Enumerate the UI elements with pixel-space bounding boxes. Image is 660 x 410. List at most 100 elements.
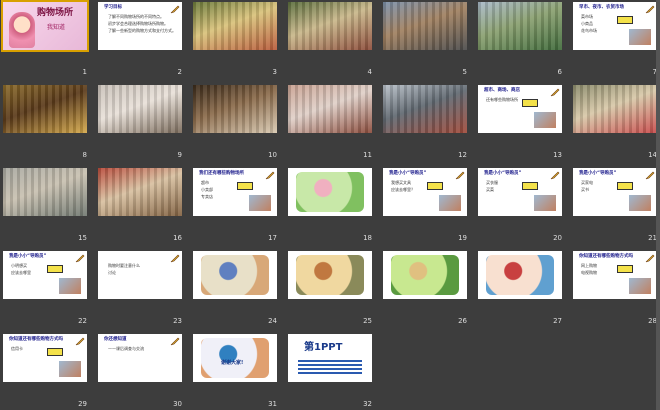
yellow-label-box: [617, 265, 633, 273]
slide-thumbnail[interactable]: [478, 2, 562, 50]
yellow-label-box: [617, 182, 633, 190]
slide-thumbnail[interactable]: 我是小小“导购员” 我想买文具应该去哪里？: [383, 168, 467, 216]
slide-heading: 你还想知道: [104, 337, 127, 342]
slide-picture: [249, 195, 271, 211]
slide-number: 32: [363, 400, 372, 408]
slide-thumbnail[interactable]: 我是小小“导购员” 买家电 买书: [573, 168, 657, 216]
photo-detail: [98, 85, 182, 133]
slide-number: 29: [78, 400, 87, 408]
slide-thumbnail[interactable]: 你知道还有哪些购物方式吗 信用卡: [3, 334, 87, 382]
brand-logo: 第1PPT: [304, 342, 343, 353]
slide-thumbnail[interactable]: [288, 85, 372, 133]
slide-thumbnail[interactable]: [98, 85, 182, 133]
slide-text-line: 还有哪些购物场所: [486, 97, 518, 102]
slide-text-line: 我想买文具: [391, 180, 411, 185]
slide-picture: [629, 29, 651, 45]
slide-thumbnail[interactable]: 超市、商场、商店 还有哪些购物场所: [478, 85, 562, 133]
slide-thumbnail[interactable]: [193, 251, 277, 299]
slide-text-line: 花鸟市场: [581, 28, 597, 33]
slide-number: 5: [462, 68, 467, 76]
slide-thumbnail[interactable]: 学习目标 了解不同购物场所的不同特点。 初步学会合理选择购物场所购物。 了解一些新型的…: [98, 2, 182, 50]
cartoon-illustration: [391, 255, 459, 295]
slide-number: 3: [272, 68, 277, 76]
slide-heading: 超市、商场、商店: [484, 88, 520, 93]
slide-number: 20: [553, 234, 562, 242]
slide-thumbnail[interactable]: 早市、夜市、农贸市场 菜市场 小商品 花鸟市场: [573, 2, 657, 50]
slide-text-line: 小明想买: [11, 263, 27, 268]
cartoon-illustration: [296, 255, 364, 295]
slide-text-line: 应该去哪里？: [391, 187, 415, 192]
photo-detail: [478, 2, 562, 50]
slide-thumbnail[interactable]: [193, 85, 277, 133]
slide-number: 7: [652, 68, 657, 76]
slide-thumbnail[interactable]: [288, 251, 372, 299]
slide-picture: [629, 195, 651, 211]
slide-subtitle: 我知道: [47, 24, 66, 31]
photo-detail: [98, 168, 182, 216]
slide-thumbnail[interactable]: [288, 168, 372, 216]
slide-title: 购物场所: [37, 8, 74, 18]
slide-number: 16: [173, 234, 182, 242]
slide-number: 22: [78, 317, 87, 325]
slide-thumbnail[interactable]: [383, 251, 467, 299]
brand-bar: [298, 360, 362, 374]
slide-thumbnail[interactable]: 第1PPT: [288, 334, 372, 382]
slide-thumbnail[interactable]: [3, 168, 87, 216]
slide-thumbnail[interactable]: 我是小小“导购员” 买衣服 买菜: [478, 168, 562, 216]
pencil-icon: [75, 254, 85, 263]
slide-number: 2: [177, 68, 182, 76]
slide-thumbnail[interactable]: [98, 168, 182, 216]
pencil-icon: [550, 88, 560, 97]
slide-heading: 我是小小“导购员”: [389, 171, 427, 176]
pencil-icon: [170, 5, 180, 14]
cartoon-illustration: [201, 255, 269, 295]
slide-number: 19: [458, 234, 467, 242]
slide-thumbnail[interactable]: 购物场所 我知道: [1, 0, 89, 52]
slide-thumbnail[interactable]: [478, 251, 562, 299]
slide-picture: [534, 112, 556, 128]
photo-detail: [193, 2, 277, 50]
yellow-label-box: [427, 182, 443, 190]
slide-number: 18: [363, 234, 372, 242]
slide-thumbnail[interactable]: 你知道还有哪些购物方式吗 网上购物 电视购物: [573, 251, 657, 299]
slide-thumbnail[interactable]: 购物时要注意什么 讨论: [98, 251, 182, 299]
slide-number: 30: [173, 400, 182, 408]
slide-text-line: 小卖部: [201, 187, 213, 192]
slide-text-line: 购物时要注意什么: [108, 263, 140, 268]
slide-thumbnail[interactable]: [3, 85, 87, 133]
slide-thumbnail[interactable]: 你还想知道 ——课后调查与交流: [98, 334, 182, 382]
slide-thumbnail[interactable]: 我们还有哪些购物场所 超市 小卖部 专卖店: [193, 168, 277, 216]
slide-text-line: 讨论: [108, 270, 116, 275]
yellow-label-box: [522, 182, 538, 190]
pencil-icon: [645, 171, 655, 180]
vertical-scrollbar[interactable]: [656, 0, 660, 410]
pencil-icon: [645, 5, 655, 14]
slide-heading: 早市、夜市、农贸市场: [579, 5, 624, 10]
slide-number: 31: [268, 400, 277, 408]
slide-number: 6: [557, 68, 562, 76]
slide-heading: 我是小小“导购员”: [484, 171, 522, 176]
slide-text-line: 买家电: [581, 180, 593, 185]
slide-number: 13: [553, 151, 562, 159]
slide-thumbnail[interactable]: [573, 85, 657, 133]
slide-picture: [534, 195, 556, 211]
slide-thumbnail[interactable]: 我是小小“导购员” 小明想买 应该去哪里: [3, 251, 87, 299]
slide-thumbnail[interactable]: 谢谢大家!: [193, 334, 277, 382]
slide-heading: 学习目标: [104, 5, 122, 10]
pencil-icon: [455, 171, 465, 180]
slide-text-line: 了解不同购物场所的不同特点。: [108, 14, 164, 19]
slide-number: 25: [363, 317, 372, 325]
slide-thumbnail[interactable]: [383, 85, 467, 133]
slide-thumbnail[interactable]: [383, 2, 467, 50]
slide-text-line: ——课后调查与交流: [108, 346, 144, 351]
slide-text-line: 买书: [581, 187, 589, 192]
slide-thumbnail[interactable]: [193, 2, 277, 50]
slide-sorter-grid: 购物场所 我知道 1 学习目标 了解不同购物场所的不同特点。 初步学会合理选择购物场所购物…: [0, 0, 660, 410]
slide-thumbnail[interactable]: [288, 2, 372, 50]
slide-number: 1: [82, 68, 87, 76]
slide-number: 11: [363, 151, 372, 159]
photo-detail: [193, 85, 277, 133]
slide-number: 12: [458, 151, 467, 159]
slide-number: 17: [268, 234, 277, 242]
slide-text-line: 电视购物: [581, 270, 597, 275]
